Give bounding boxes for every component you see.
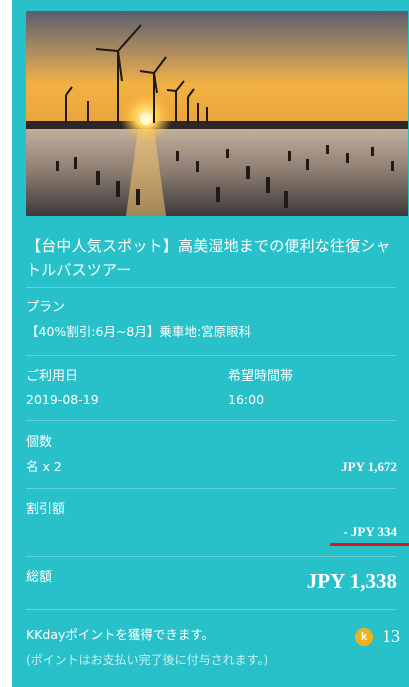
plan-label: プラン <box>26 300 66 315</box>
discount-highlight-underline <box>330 543 409 546</box>
divider <box>26 420 396 421</box>
divider <box>26 609 396 610</box>
quantity-label: 個数 <box>26 435 53 450</box>
plan-value: 【40%割引:6月~8月】乗車地:宮原眼科 <box>26 324 252 339</box>
kkday-coin-icon: k <box>355 628 373 646</box>
date-value: 2019-08-19 <box>26 392 99 407</box>
date-label: ご利用日 <box>26 369 79 384</box>
divider <box>26 556 396 557</box>
tour-title: 【台中人気スポット】高美湿地までの便利な往復シャトルバスツアー <box>26 237 391 279</box>
total-price: JPY 1,338 <box>306 569 397 593</box>
discount-price: - JPY 334 <box>343 524 397 539</box>
tour-photo-illustration <box>26 11 408 216</box>
quantity-value: 名 x 2 <box>26 459 62 474</box>
divider <box>26 287 396 288</box>
total-label: 総額 <box>26 570 53 585</box>
divider <box>26 488 396 489</box>
points-amount: 13 <box>382 626 400 646</box>
tour-photo <box>26 11 408 216</box>
points-note: (ポイントはお支払い完了後に付与されます。) <box>26 653 269 667</box>
divider <box>26 355 396 356</box>
quantity-price: JPY 1,672 <box>341 459 397 474</box>
points-label: KKdayポイントを獲得できます。 <box>26 627 215 642</box>
discount-label: 割引額 <box>26 502 66 517</box>
order-summary-card: 【台中人気スポット】高美湿地までの便利な往復シャトルバスツアー プラン 【40%… <box>12 0 409 687</box>
time-value: 16:00 <box>228 392 265 407</box>
time-label: 希望時間帯 <box>228 369 294 384</box>
